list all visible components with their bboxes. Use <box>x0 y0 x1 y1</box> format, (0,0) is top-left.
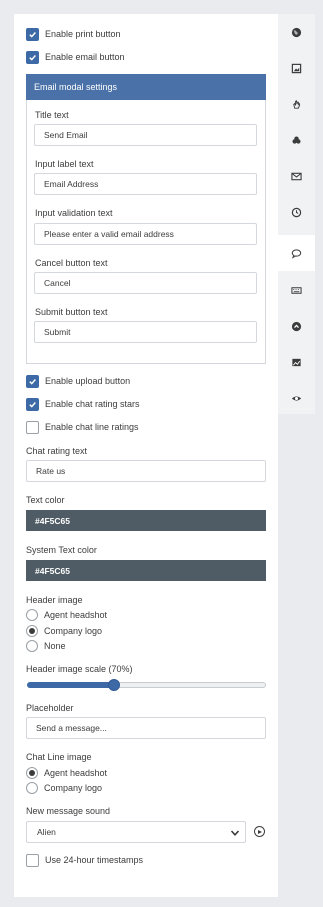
checkbox-checked-icon <box>26 374 39 388</box>
circle-up-icon <box>291 321 302 331</box>
input-label-text-input[interactable]: Email Address <box>34 173 257 195</box>
cancel-button-text-label: Cancel button text <box>35 258 108 268</box>
email-modal-heading: Email modal settings <box>26 74 266 100</box>
system-text-color-swatch[interactable]: #4F5C65 <box>26 560 266 581</box>
chat-line-image-label: Chat Line image <box>26 752 92 762</box>
enable-upload-checkbox[interactable]: Enable upload button <box>26 374 130 388</box>
checkbox-unchecked-icon <box>26 853 39 867</box>
checkbox-label: Enable chat rating stars <box>45 399 140 409</box>
use-24-hour-checkbox[interactable]: Use 24-hour timestamps <box>26 853 143 867</box>
rail-item-hand[interactable] <box>278 86 315 122</box>
radio-label: Company logo <box>44 625 103 636</box>
radio-off-icon <box>26 639 38 652</box>
rail-item-circle-up[interactable] <box>278 308 315 344</box>
radio-label: Agent headshot <box>44 609 108 620</box>
radio-label: Company logo <box>44 782 103 793</box>
header-scale-label: Header image scale (70%) <box>26 664 133 674</box>
sound-label: New message sound <box>26 806 111 816</box>
chat-line-option-agent[interactable]: Agent headshot <box>26 766 107 779</box>
checkbox-checked-icon <box>26 50 39 64</box>
picture-icon <box>292 358 301 366</box>
radio-on-icon <box>26 766 38 779</box>
radio-label: Agent headshot <box>44 767 108 778</box>
header-image-option-none[interactable]: None <box>26 639 66 652</box>
enable-line-ratings-checkbox[interactable]: Enable chat line ratings <box>26 420 139 434</box>
rail-item-people[interactable] <box>278 122 315 158</box>
rail-item-envelope[interactable] <box>278 158 315 194</box>
submit-button-text-label: Submit button text <box>35 307 108 317</box>
sound-select[interactable]: Alien <box>26 821 246 843</box>
chat-bubble-icon <box>291 248 301 259</box>
enable-email-checkbox[interactable]: Enable email button <box>26 50 125 64</box>
checkbox-label: Enable email button <box>45 52 125 62</box>
radio-label: None <box>44 640 66 651</box>
checkbox-label: Enable upload button <box>45 376 131 386</box>
header-image-option-agent[interactable]: Agent headshot <box>26 608 107 621</box>
chat-line-option-logo[interactable]: Company logo <box>26 781 102 794</box>
image-icon <box>291 63 302 73</box>
text-color-label: Text color <box>26 495 65 505</box>
rail-item-clock[interactable] <box>278 194 315 230</box>
cancel-button-text-input[interactable]: Cancel <box>34 272 257 294</box>
rail-item-picture[interactable] <box>278 344 315 380</box>
globe-icon <box>291 27 302 37</box>
placeholder-label: Placeholder <box>26 703 74 713</box>
chat-rating-input[interactable]: Rate us <box>26 460 266 482</box>
keyboard-icon <box>291 286 302 294</box>
enable-rating-stars-checkbox[interactable]: Enable chat rating stars <box>26 397 140 411</box>
text-color-swatch[interactable]: #4F5C65 <box>26 510 266 531</box>
checkbox-unchecked-icon <box>26 420 39 434</box>
sound-select-value: Alien <box>37 827 56 837</box>
rail-item-image[interactable] <box>278 50 315 86</box>
header-scale-fill <box>27 682 114 688</box>
envelope-icon <box>291 172 302 180</box>
rail-item-keyboard[interactable] <box>278 272 315 308</box>
radio-off-icon <box>26 781 38 794</box>
header-scale-thumb[interactable] <box>107 679 120 691</box>
checkbox-checked-icon <box>26 27 39 41</box>
title-text-label: Title text <box>35 110 69 120</box>
title-text-input[interactable]: Send Email <box>34 124 257 146</box>
submit-button-text-input[interactable]: Submit <box>34 321 257 343</box>
play-sound-icon[interactable] <box>254 826 265 837</box>
settings-category-rail <box>277 14 315 416</box>
rail-item-eye[interactable] <box>278 380 315 416</box>
chevron-down-icon <box>230 830 240 836</box>
header-image-option-logo[interactable]: Company logo <box>26 624 102 637</box>
enable-print-checkbox[interactable]: Enable print button <box>26 27 121 41</box>
checkbox-label: Enable chat line ratings <box>45 422 139 432</box>
header-image-label: Header image <box>26 595 83 605</box>
checkbox-label: Use 24-hour timestamps <box>45 855 144 865</box>
hand-icon <box>293 99 301 109</box>
people-icon <box>292 135 301 144</box>
rail-item-chat-bubble[interactable] <box>277 235 315 271</box>
input-validation-text-input[interactable]: Please enter a valid email address <box>34 223 257 245</box>
checkbox-label: Enable print button <box>45 29 121 39</box>
checkbox-checked-icon <box>26 397 39 411</box>
eye-icon <box>291 395 302 401</box>
input-label-text-label: Input label text <box>35 159 94 169</box>
placeholder-input[interactable]: Send a message... <box>26 717 266 739</box>
system-text-color-label: System Text color <box>26 545 97 555</box>
clock-icon <box>291 207 302 217</box>
radio-on-icon <box>26 624 38 637</box>
input-validation-text-label: Input validation text <box>35 208 113 218</box>
radio-off-icon <box>26 608 38 621</box>
chat-rating-label: Chat rating text <box>26 446 88 456</box>
rail-item-globe[interactable] <box>278 14 315 50</box>
